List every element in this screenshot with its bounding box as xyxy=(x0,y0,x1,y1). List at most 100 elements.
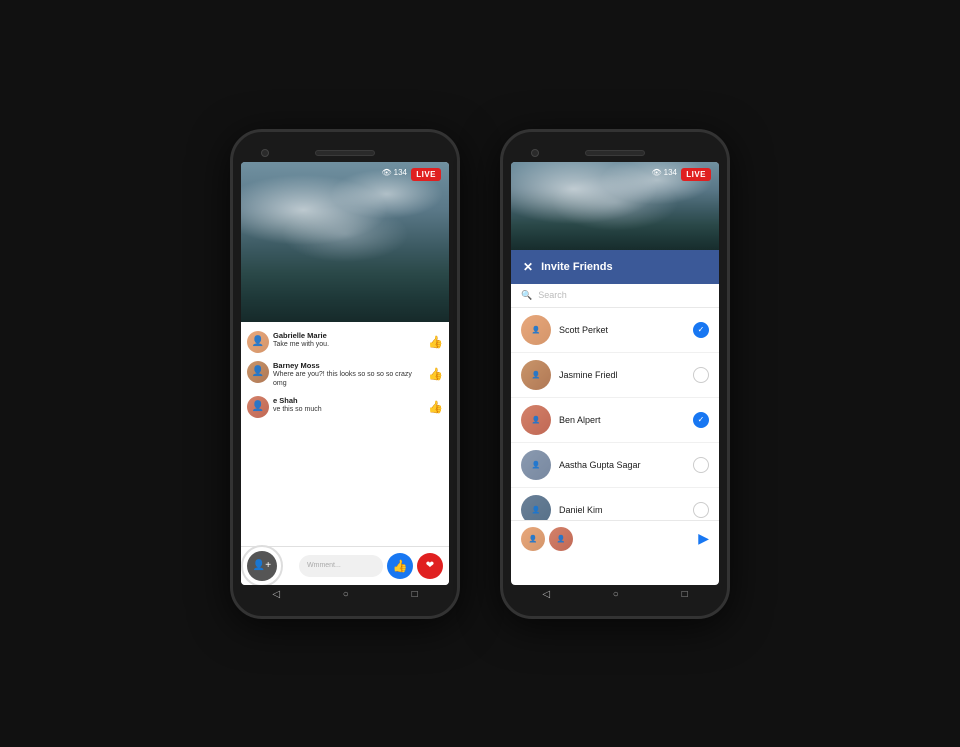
friend-check-1[interactable]: ✓ xyxy=(693,322,709,338)
comment-body-2: Barney Moss Where are you?! this looks s… xyxy=(273,361,424,388)
phone-1-viewer-count: 👁 134 xyxy=(381,168,407,177)
comment-text-2: Where are you?! this looks so so so so c… xyxy=(273,370,424,388)
friend-avatar-face-4: 👤 xyxy=(521,450,551,480)
phone-2-live-badge: LIVE xyxy=(681,168,711,181)
phone-2-eye-icon: 👁 xyxy=(651,168,661,177)
friend-item-4[interactable]: 👤 Aastha Gupta Sagar xyxy=(511,443,719,488)
phone-1-camera xyxy=(261,149,269,157)
selected-face-2: 👤 xyxy=(549,527,573,551)
phone-1: LIVE 👁 134 👤 Gabrielle Marie Take me wit… xyxy=(230,129,460,619)
friend-list: 👤 Scott Perket ✓ 👤 Jasmine Friedl xyxy=(511,308,719,520)
friend-name-1: Scott Perket xyxy=(559,325,685,335)
comment-input[interactable]: Wmment... xyxy=(299,555,383,577)
avatar-face-2: 👤 xyxy=(247,361,269,383)
comment-avatar-2: 👤 xyxy=(247,361,269,383)
selected-avatar-2: 👤 xyxy=(549,527,573,551)
invite-overlay: ✕ Invite Friends 🔍 Search 👤 Scott Perk xyxy=(511,250,719,557)
friend-avatar-1: 👤 xyxy=(521,315,551,345)
phones-container: LIVE 👁 134 👤 Gabrielle Marie Take me wit… xyxy=(230,129,730,619)
comment-like-3[interactable]: 👍 xyxy=(428,400,443,414)
friend-name-5: Daniel Kim xyxy=(559,505,685,515)
invite-close-button[interactable]: ✕ xyxy=(523,260,533,274)
comment-like-2[interactable]: 👍 xyxy=(428,367,443,381)
add-friend-circle: 👤+ xyxy=(241,545,283,585)
friend-name-2: Jasmine Friedl xyxy=(559,370,685,380)
friend-check-4[interactable] xyxy=(693,457,709,473)
comment-like-1[interactable]: 👍 xyxy=(428,335,443,349)
phone-2-video: LIVE 👁 134 xyxy=(511,162,719,252)
invite-title: Invite Friends xyxy=(541,261,613,273)
comment-text-1: Take me with you. xyxy=(273,340,424,349)
friend-avatar-face-3: 👤 xyxy=(521,405,551,435)
avatar-face-1: 👤 xyxy=(247,331,269,353)
nav-square-icon[interactable]: □ xyxy=(412,589,418,600)
thumb-button[interactable]: 👍 xyxy=(387,553,413,579)
phone-2-nav-home-icon[interactable]: ○ xyxy=(613,589,619,600)
invite-footer: 👤 👤 ▶ xyxy=(511,520,719,557)
comment-item-3: 👤 e Shah ve this so much 👍 xyxy=(247,393,443,421)
nav-home-icon[interactable]: ○ xyxy=(343,589,349,600)
phone-1-nav-bar: ◁ ○ □ xyxy=(241,585,449,604)
invite-search-bar[interactable]: 🔍 Search xyxy=(511,284,719,308)
friend-check-2[interactable] xyxy=(693,367,709,383)
heart-icon: ❤ xyxy=(426,560,434,571)
friend-item-3[interactable]: 👤 Ben Alpert ✓ xyxy=(511,398,719,443)
phone-1-bottom-bar: 👤+ Wmment... 👍 ❤ xyxy=(241,546,449,585)
friend-check-3[interactable]: ✓ xyxy=(693,412,709,428)
friend-avatar-4: 👤 xyxy=(521,450,551,480)
comment-body-3: e Shah ve this so much xyxy=(273,396,424,414)
comment-name-3: e Shah xyxy=(273,396,424,405)
phone-1-comments: 👤 Gabrielle Marie Take me with you. 👍 👤 … xyxy=(241,322,449,546)
friend-item-1[interactable]: 👤 Scott Perket ✓ xyxy=(511,308,719,353)
eye-icon: 👁 xyxy=(381,168,391,177)
comment-body-1: Gabrielle Marie Take me with you. xyxy=(273,331,424,349)
comment-text-3: ve this so much xyxy=(273,405,424,414)
friend-check-5[interactable] xyxy=(693,502,709,518)
invite-header: ✕ Invite Friends xyxy=(511,250,719,284)
friend-avatar-face-1: 👤 xyxy=(521,315,551,345)
search-placeholder: Search xyxy=(538,290,567,300)
selected-avatar-1: 👤 xyxy=(521,527,545,551)
phone-2-top-bar xyxy=(511,150,719,156)
comment-item-1: 👤 Gabrielle Marie Take me with you. 👍 xyxy=(247,328,443,356)
comment-name-2: Barney Moss xyxy=(273,361,424,370)
search-icon: 🔍 xyxy=(521,290,532,301)
phone-1-live-badge: LIVE xyxy=(411,168,441,181)
phone-2-viewer-count: 👁 134 xyxy=(651,168,677,177)
phone-2-screen: LIVE 👁 134 ✕ Invite Friends 🔍 Search xyxy=(511,162,719,585)
phone-1-video: LIVE 👁 134 xyxy=(241,162,449,322)
video-clouds xyxy=(241,162,449,322)
friend-avatar-2: 👤 xyxy=(521,360,551,390)
nav-back-icon[interactable]: ◁ xyxy=(272,589,280,600)
avatar-face-3: 👤 xyxy=(247,396,269,418)
selected-avatars: 👤 👤 xyxy=(521,527,573,551)
friend-name-3: Ben Alpert xyxy=(559,415,685,425)
friend-avatar-face-2: 👤 xyxy=(521,360,551,390)
friend-avatar-face-5: 👤 xyxy=(521,495,551,520)
friend-item-5[interactable]: 👤 Daniel Kim xyxy=(511,488,719,520)
phone-1-top-bar xyxy=(241,150,449,156)
phone-2-nav-square-icon[interactable]: □ xyxy=(682,589,688,600)
thumb-icon: 👍 xyxy=(393,559,408,573)
phone-2-speaker xyxy=(585,150,645,156)
phone-1-screen: LIVE 👁 134 👤 Gabrielle Marie Take me wit… xyxy=(241,162,449,585)
selected-face-1: 👤 xyxy=(521,527,545,551)
phone-2: LIVE 👁 134 ✕ Invite Friends 🔍 Search xyxy=(500,129,730,619)
comment-placeholder: Wmment... xyxy=(307,562,341,569)
add-friend-icon: 👤+ xyxy=(253,560,271,571)
comment-item-2: 👤 Barney Moss Where are you?! this looks… xyxy=(247,358,443,391)
friend-name-4: Aastha Gupta Sagar xyxy=(559,460,685,470)
phone-2-nav-bar: ◁ ○ □ xyxy=(511,585,719,604)
friend-avatar-3: 👤 xyxy=(521,405,551,435)
phone-2-nav-back-icon[interactable]: ◁ xyxy=(542,589,550,600)
comment-avatar-1: 👤 xyxy=(247,331,269,353)
comment-name-1: Gabrielle Marie xyxy=(273,331,424,340)
friend-item-2[interactable]: 👤 Jasmine Friedl xyxy=(511,353,719,398)
comment-avatar-3: 👤 xyxy=(247,396,269,418)
friend-avatar-5: 👤 xyxy=(521,495,551,520)
add-friend-button[interactable]: 👤+ xyxy=(247,551,277,581)
send-button[interactable]: ▶ xyxy=(698,530,709,547)
heart-button[interactable]: ❤ xyxy=(417,553,443,579)
phone-1-speaker xyxy=(315,150,375,156)
phone-2-camera xyxy=(531,149,539,157)
